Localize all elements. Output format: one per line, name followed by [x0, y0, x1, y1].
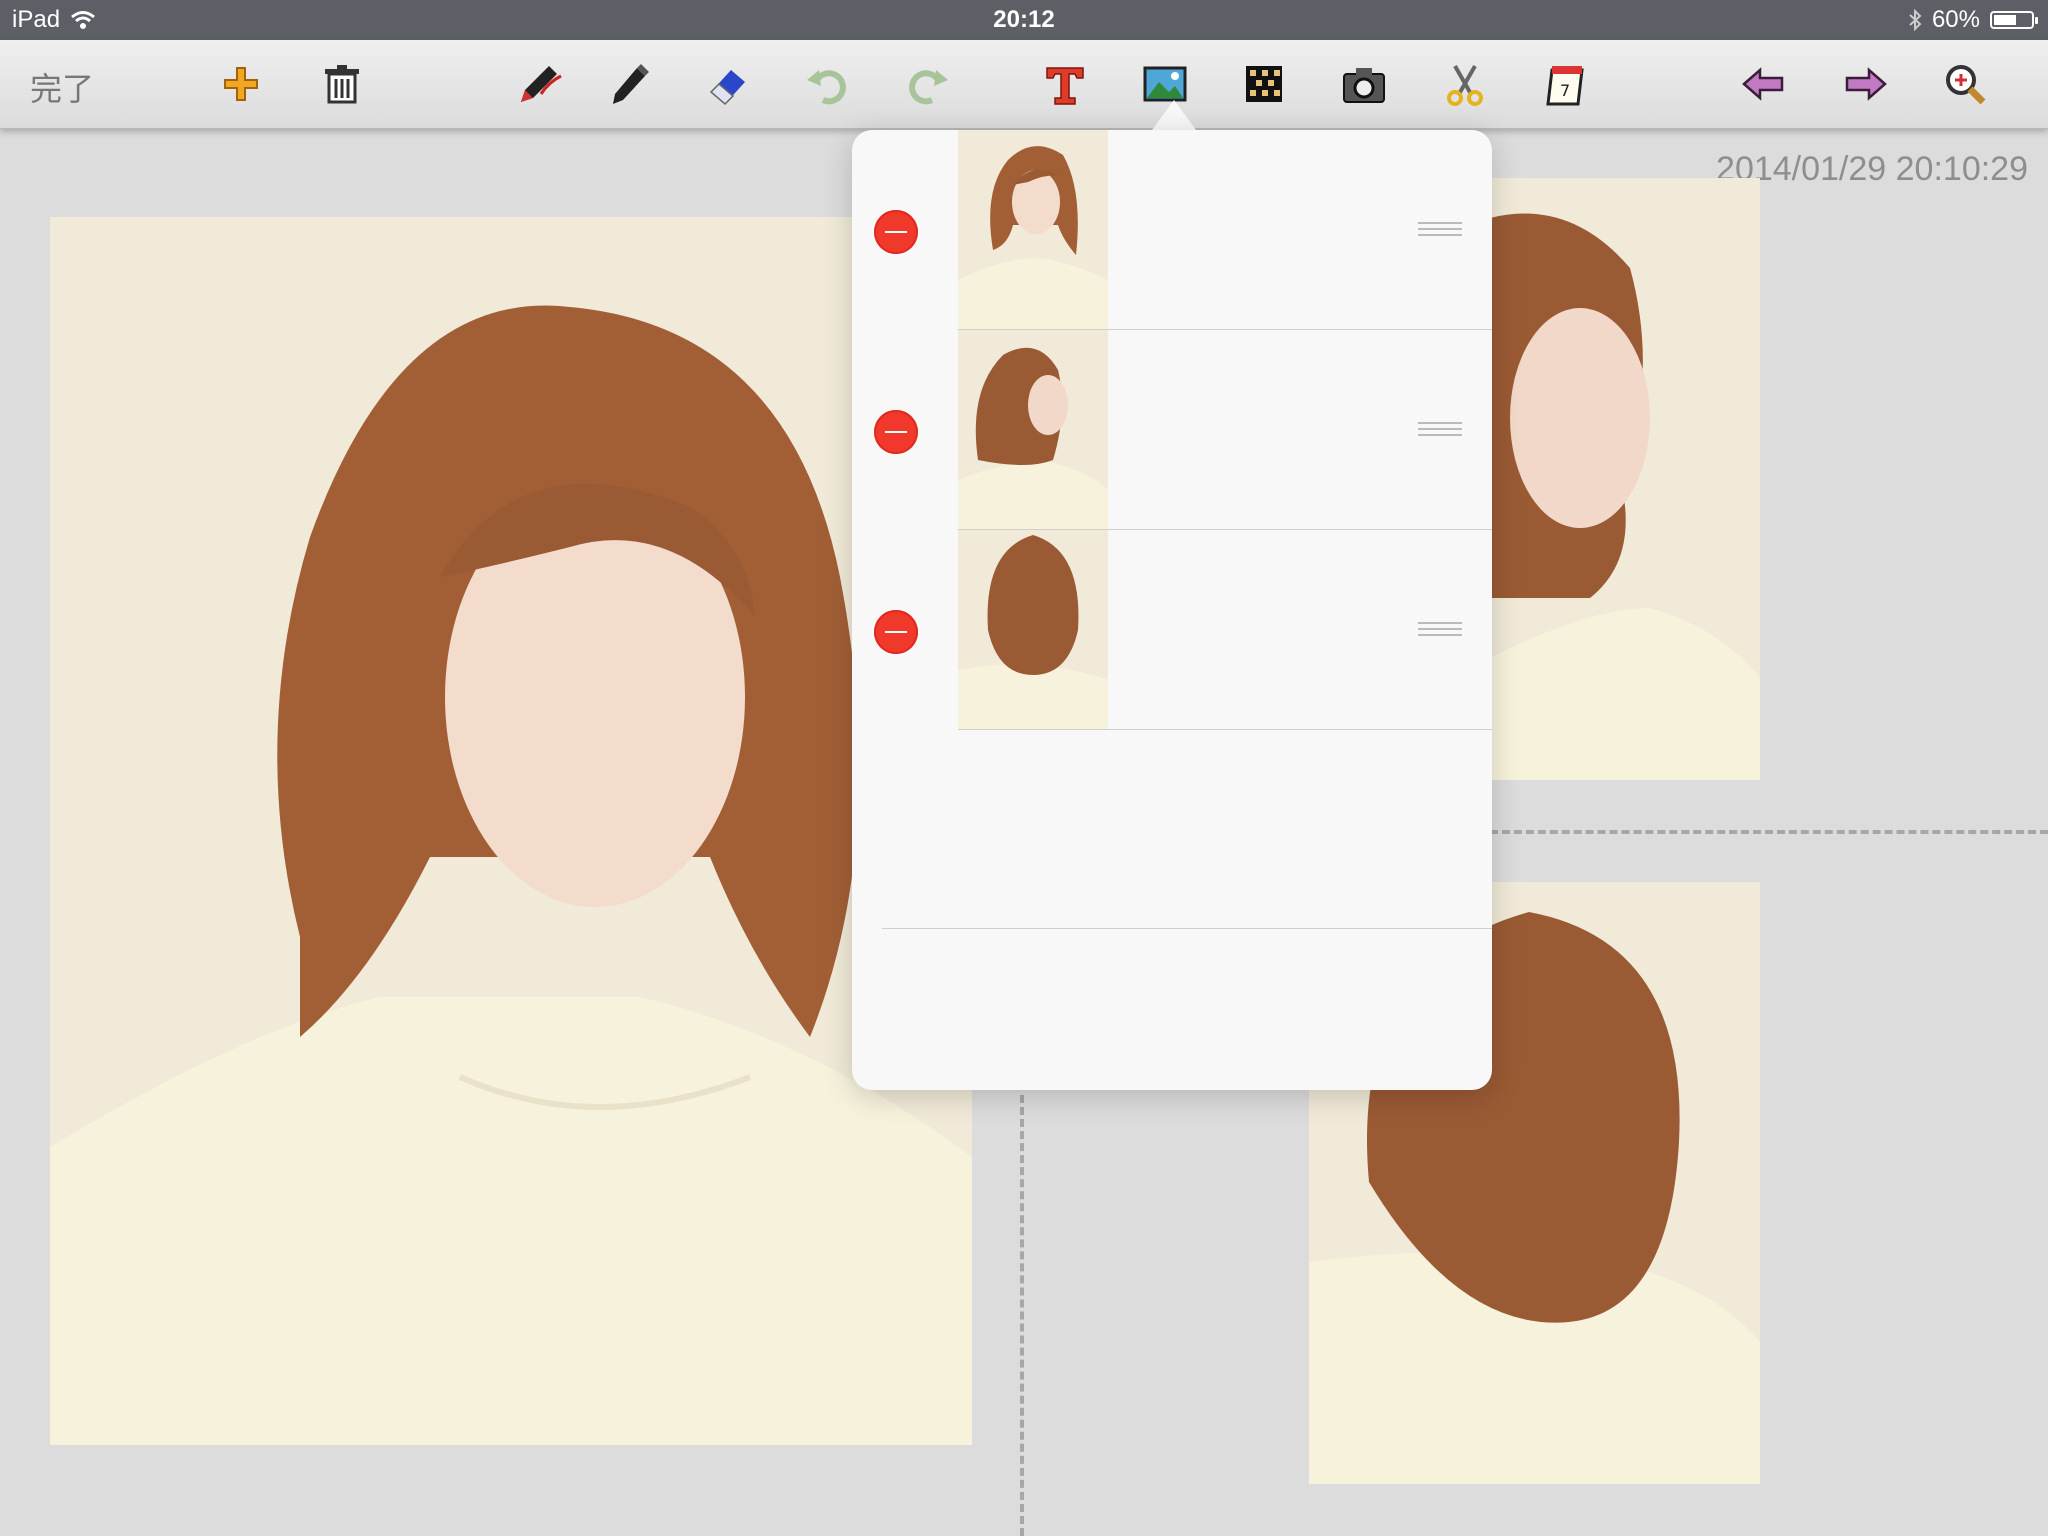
pen-icon — [521, 66, 562, 102]
scissors-icon — [1447, 65, 1483, 106]
text-button[interactable] — [1037, 56, 1093, 112]
camera-button[interactable] — [1336, 56, 1392, 112]
row-separator — [958, 729, 1492, 730]
next-page-icon — [1845, 67, 1887, 101]
camera-icon — [1343, 68, 1385, 103]
bluetooth-icon — [1909, 9, 1922, 31]
trash-icon — [325, 65, 359, 104]
image-list-popover — [852, 130, 1492, 1090]
battery-icon — [1990, 11, 2038, 29]
pattern-button[interactable] — [1236, 56, 1292, 112]
calendar-button[interactable]: 7 — [1538, 56, 1594, 112]
main-photo[interactable] — [50, 217, 972, 1445]
delete-image-button-2[interactable] — [874, 410, 918, 454]
delete-image-button-3[interactable] — [874, 610, 918, 654]
empty-section-separator — [882, 928, 1492, 929]
zoom-icon — [1946, 65, 1986, 105]
marker-icon — [613, 64, 649, 104]
eraser-icon — [709, 70, 745, 106]
thumbnail-front-image — [958, 130, 1108, 329]
scissors-button[interactable] — [1437, 56, 1493, 112]
add-button[interactable] — [213, 56, 269, 112]
image-row-2 — [852, 330, 1492, 530]
marker-button[interactable] — [601, 56, 657, 112]
reorder-handle-2[interactable] — [1418, 422, 1462, 440]
zoom-button[interactable] — [1937, 56, 1993, 112]
portrait-side-image — [1490, 178, 1760, 780]
delete-image-button-1[interactable] — [874, 210, 918, 254]
done-button[interactable]: 完了 — [30, 64, 94, 110]
thumbnail-back-image — [958, 530, 1108, 729]
eraser-button[interactable] — [701, 56, 757, 112]
popover-arrow — [1152, 100, 1196, 130]
delete-page-button[interactable] — [314, 56, 370, 112]
portrait-front-image — [50, 217, 972, 1445]
add-icon — [224, 67, 258, 101]
page-timestamp: 2014/01/29 20:10:29 — [1716, 150, 2028, 188]
undo-button[interactable] — [799, 56, 855, 112]
status-bar: iPad 20:12 60% — [0, 0, 2048, 40]
toolbar: 完了 7 — [0, 40, 2048, 129]
page-divider-vertical — [1020, 1095, 1024, 1536]
prev-page-icon — [1742, 67, 1784, 101]
calendar-icon: 7 — [1546, 66, 1584, 106]
pattern-icon — [1246, 66, 1282, 102]
svg-text:7: 7 — [1560, 81, 1570, 100]
image-row-1 — [852, 130, 1492, 330]
battery-percent: 60% — [1931, 6, 1980, 33]
previous-page-button[interactable] — [1736, 56, 1792, 112]
clock: 20:12 — [993, 6, 1055, 33]
redo-button[interactable] — [900, 56, 956, 112]
pen-button[interactable] — [511, 56, 567, 112]
image-thumbnail-3[interactable] — [958, 530, 1108, 729]
battery-fill — [1994, 15, 2016, 25]
next-page-button[interactable] — [1837, 56, 1893, 112]
page-divider-horizontal — [1490, 830, 2048, 834]
reorder-handle-1[interactable] — [1418, 222, 1462, 240]
reorder-handle-3[interactable] — [1418, 622, 1462, 640]
image-row-3 — [852, 530, 1492, 730]
text-icon — [1046, 67, 1084, 105]
undo-icon — [807, 70, 846, 105]
redo-icon — [909, 70, 948, 105]
side-photo[interactable] — [1490, 178, 1760, 780]
image-thumbnail-2[interactable] — [958, 330, 1108, 529]
image-thumbnail-1[interactable] — [958, 130, 1108, 329]
thumbnail-side-image — [958, 330, 1108, 529]
